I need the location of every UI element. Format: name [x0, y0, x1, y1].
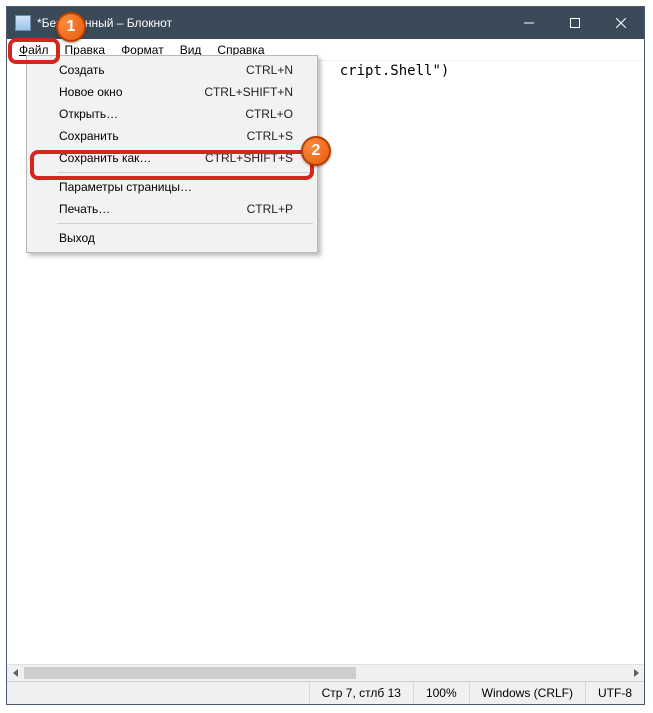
horizontal-scrollbar[interactable]	[7, 664, 644, 681]
menu-item-save[interactable]: Сохранить CTRL+S	[29, 125, 315, 147]
notepad-icon	[15, 15, 31, 31]
menu-item-open[interactable]: Открыть… CTRL+O	[29, 103, 315, 125]
status-spacer	[7, 682, 309, 704]
menu-item-save-as[interactable]: Сохранить как… CTRL+SHIFT+S	[29, 147, 315, 169]
close-button[interactable]	[598, 7, 644, 39]
window-controls	[506, 7, 644, 39]
annotation-badge-2: 2	[301, 136, 331, 166]
statusbar: Стр 7, стлб 13 100% Windows (CRLF) UTF-8	[7, 681, 644, 704]
scroll-thumb[interactable]	[24, 667, 356, 679]
minimize-button[interactable]	[506, 7, 552, 39]
window-title: *Безымянный – Блокнот	[37, 16, 506, 30]
maximize-button[interactable]	[552, 7, 598, 39]
menu-item-exit[interactable]: Выход	[29, 227, 315, 249]
status-line-ending: Windows (CRLF)	[469, 682, 585, 704]
status-zoom: 100%	[413, 682, 469, 704]
status-encoding: UTF-8	[585, 682, 644, 704]
menu-item-new-window[interactable]: Новое окно CTRL+SHIFT+N	[29, 81, 315, 103]
menu-separator	[57, 172, 313, 173]
menu-item-new[interactable]: Создать CTRL+N	[29, 59, 315, 81]
titlebar[interactable]: *Безымянный – Блокнот	[7, 7, 644, 39]
scroll-right-button[interactable]	[627, 665, 644, 681]
file-dropdown-menu: Создать CTRL+N Новое окно CTRL+SHIFT+N О…	[26, 55, 318, 253]
scroll-left-button[interactable]	[7, 665, 24, 681]
status-position: Стр 7, стлб 13	[309, 682, 413, 704]
menu-item-print[interactable]: Печать… CTRL+P	[29, 198, 315, 220]
menu-item-page-setup[interactable]: Параметры страницы…	[29, 176, 315, 198]
annotation-badge-1: 1	[56, 12, 86, 42]
scroll-track[interactable]	[24, 665, 627, 681]
menu-separator	[57, 223, 313, 224]
